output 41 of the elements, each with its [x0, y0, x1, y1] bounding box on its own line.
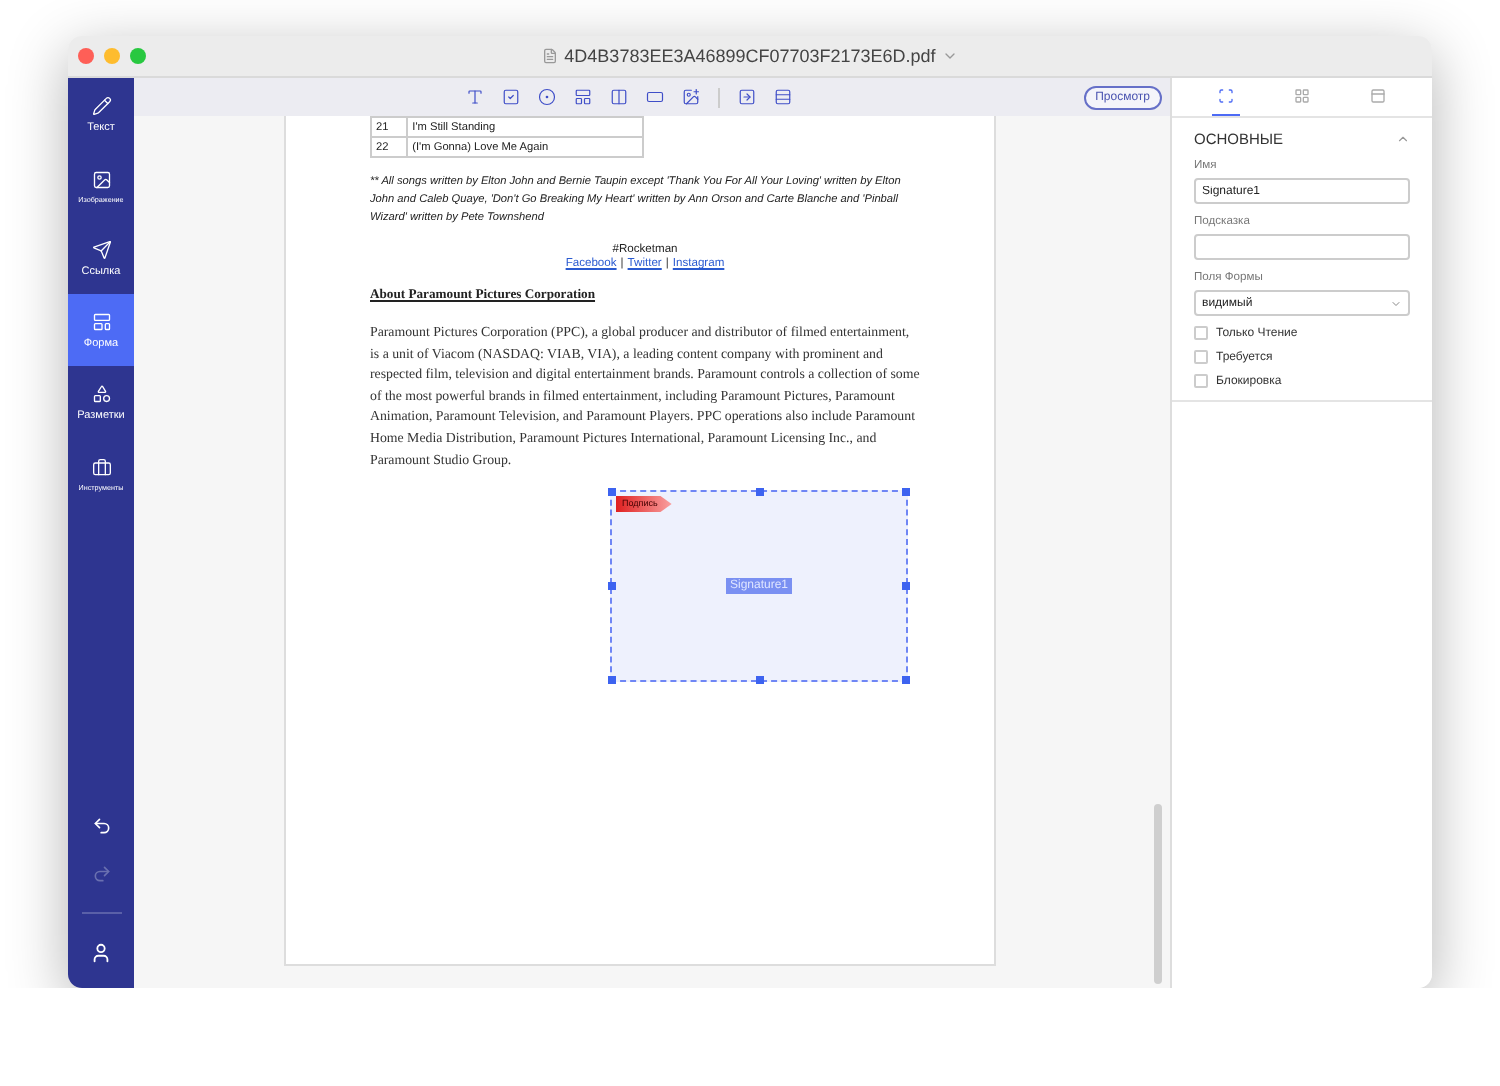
resize-handle[interactable]: [902, 582, 910, 590]
chevron-down-icon: [1390, 297, 1402, 309]
resize-handle[interactable]: [755, 676, 763, 684]
image-icon: [91, 169, 111, 189]
combo-box-icon[interactable]: [574, 88, 592, 106]
minimize-button[interactable]: [104, 48, 120, 64]
resize-handle[interactable]: [608, 488, 616, 496]
field-properties-icon: [1218, 88, 1234, 104]
checkbox[interactable]: [1194, 350, 1208, 364]
image-field-icon[interactable]: [682, 88, 700, 106]
resize-handle[interactable]: [608, 676, 616, 684]
form-icon: [91, 311, 111, 331]
window-title: 4D4B3783EE3A46899CF07703F2173E6D.pdf: [564, 46, 936, 66]
resize-handle[interactable]: [755, 488, 763, 496]
collapse-icon[interactable]: [1396, 132, 1410, 146]
checkbox[interactable]: [1194, 374, 1208, 388]
list-box-icon[interactable]: [610, 88, 628, 106]
radio-button-icon[interactable]: [538, 88, 556, 106]
resize-handle[interactable]: [608, 582, 616, 590]
document-icon: [542, 48, 559, 64]
resize-handle[interactable]: [902, 676, 910, 684]
scrollbar-thumb[interactable]: [1154, 804, 1162, 984]
resize-handle[interactable]: [902, 488, 910, 496]
checkbox[interactable]: [1194, 326, 1208, 340]
layout-icon[interactable]: [774, 88, 792, 106]
text-field-icon[interactable]: [466, 88, 484, 106]
zoom-button[interactable]: [130, 48, 146, 64]
hint-field[interactable]: [1194, 234, 1410, 260]
send-icon: [91, 239, 111, 259]
undo-icon[interactable]: [91, 816, 111, 836]
shapes-icon: [91, 383, 111, 403]
signature-field-icon[interactable]: [738, 88, 756, 106]
close-button[interactable]: [78, 48, 94, 64]
pencil-icon: [91, 95, 111, 115]
briefcase-icon: [91, 457, 111, 477]
user-icon[interactable]: [90, 942, 112, 964]
grid-icon: [1294, 88, 1310, 104]
panel-icon: [1370, 88, 1386, 104]
button-field-icon[interactable]: [646, 88, 664, 106]
chevron-down-icon[interactable]: [941, 48, 958, 64]
checkbox-icon[interactable]: [502, 88, 520, 106]
